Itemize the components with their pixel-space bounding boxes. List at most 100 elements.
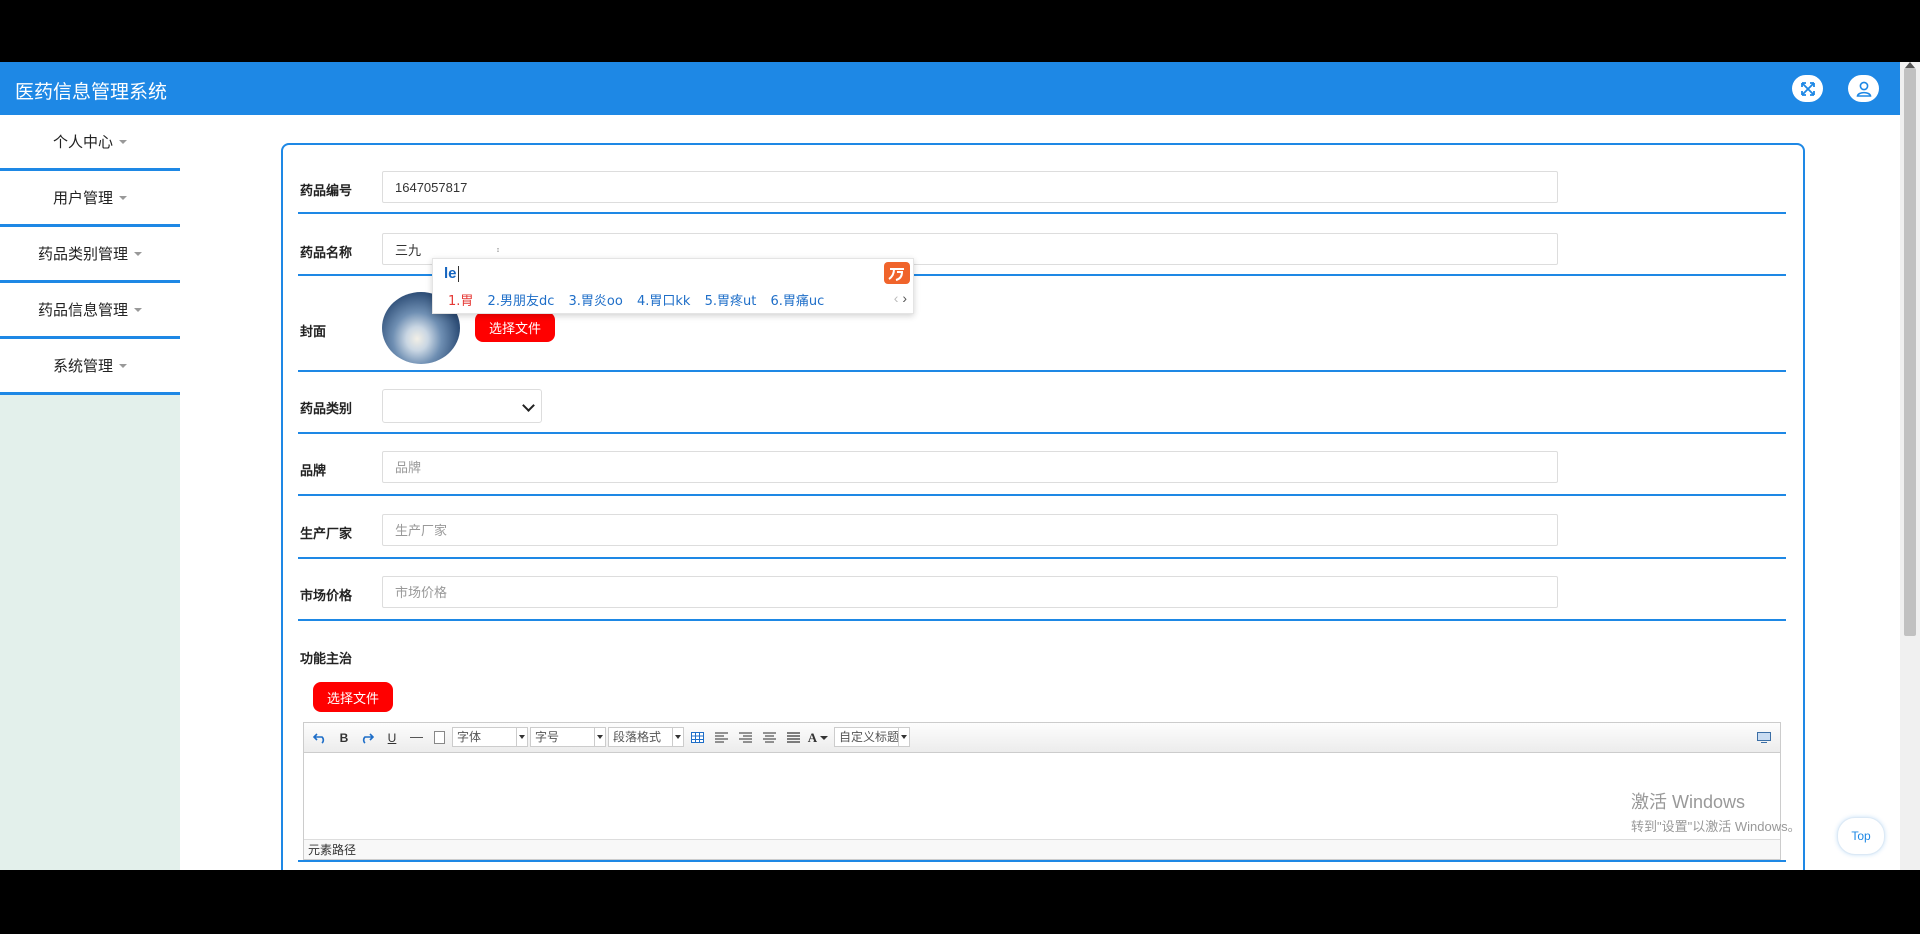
align-center-icon <box>762 732 776 743</box>
user-button[interactable] <box>1848 75 1879 102</box>
dropdown-arrow-icon <box>672 728 683 746</box>
monitor-icon <box>1757 732 1771 743</box>
ime-candidate[interactable]: 3.胃炎oo <box>569 294 623 309</box>
sidebar-item-drug-category[interactable]: 药品类别管理 <box>0 227 180 283</box>
fullscreen-button[interactable] <box>1792 75 1823 102</box>
brand-input[interactable] <box>382 451 1558 483</box>
form-row-category: 药品类别 <box>298 372 1786 434</box>
align-left-icon <box>714 732 728 743</box>
horizontal-rule-button[interactable] <box>408 728 424 747</box>
user-icon <box>1856 81 1871 97</box>
align-justify-icon <box>786 732 800 743</box>
dropdown-arrow-icon <box>516 728 527 746</box>
watermark-line2: 转到"设置"以激活 Windows。 <box>1631 819 1801 834</box>
underline-button[interactable]: U <box>384 728 400 747</box>
windows-activation-watermark: 激活 Windows 转到"设置"以激活 Windows。 <box>1631 788 1801 835</box>
source-view-button[interactable] <box>1756 728 1772 747</box>
redo-icon <box>362 732 374 744</box>
custom-title-label: 自定义标题 <box>839 730 900 744</box>
sidebar-item-label: 用户管理 <box>52 190 113 207</box>
function-choose-file-button[interactable]: 选择文件 <box>313 682 393 712</box>
ime-candidate[interactable]: 1.胃 <box>448 294 473 309</box>
sidebar-item-label: 个人中心 <box>52 134 113 151</box>
page-scrollbar[interactable] <box>1900 62 1920 870</box>
caret-down-icon <box>134 307 142 312</box>
bold-button[interactable]: B <box>336 728 352 747</box>
category-select[interactable] <box>382 389 542 423</box>
caret-down-icon <box>119 139 127 144</box>
paragraph-format-select[interactable]: 段落格式 <box>608 727 684 747</box>
function-label: 功能主治 <box>300 651 353 666</box>
ime-candidate-list: 1.胃 2.男朋友dc 3.胃炎oo 4.胃口kk 5.胃疼ut 6.胃痛uc <box>448 290 834 309</box>
undo-button[interactable] <box>312 728 328 747</box>
scroll-thumb[interactable] <box>1904 68 1916 636</box>
dropdown-arrow-icon <box>594 728 605 746</box>
font-size-select[interactable]: 字号 <box>530 727 606 747</box>
ime-composition: le <box>444 265 459 283</box>
undo-icon <box>313 732 325 744</box>
drug-form-panel: 药品编号 药品名称 封面 选择文件 药品类别 品牌 生产厂家 <box>281 143 1805 870</box>
category-label: 药品类别 <box>300 401 353 416</box>
rich-text-editor: B U 字体 字号 段落格式 A 自定义标题 元素路径 <box>303 722 1781 860</box>
ime-candidate-window: le 1.胃 2.男朋友dc 3.胃炎oo 4.胃口kk 5.胃疼ut 6.胃痛… <box>432 258 914 314</box>
editor-content-area[interactable] <box>304 753 1780 839</box>
price-label: 市场价格 <box>300 588 353 603</box>
ime-candidate[interactable]: 6.胃痛uc <box>770 294 824 309</box>
sidebar-item-system[interactable]: 系统管理 <box>0 339 180 395</box>
code-input[interactable] <box>382 171 1558 203</box>
font-color-button[interactable]: A <box>807 728 829 747</box>
chevron-right-icon[interactable]: › <box>902 290 907 306</box>
page-break-button[interactable] <box>431 728 447 747</box>
manufacturer-input[interactable] <box>382 514 1558 546</box>
font-family-select[interactable]: 字体 <box>452 727 528 747</box>
caret-down-icon <box>119 195 127 200</box>
ime-candidate[interactable]: 4.胃口kk <box>637 294 690 309</box>
align-justify-button[interactable] <box>785 728 801 747</box>
cover-choose-file-button[interactable]: 选择文件 <box>475 312 555 342</box>
font-color-label: A <box>807 729 818 745</box>
watermark-line1: 激活 Windows <box>1631 792 1746 812</box>
insert-table-button[interactable] <box>689 728 705 747</box>
price-input[interactable] <box>382 576 1558 608</box>
align-right-button[interactable] <box>737 728 753 747</box>
horizontal-rule-icon <box>409 737 423 738</box>
ime-page-nav[interactable]: ‹ › <box>894 290 907 306</box>
form-row-price: 市场价格 <box>298 559 1786 621</box>
sidebar-item-drug-info[interactable]: 药品信息管理 <box>0 283 180 339</box>
brand-label: 品牌 <box>300 463 327 478</box>
sidebar-item-personal-center[interactable]: 个人中心 <box>0 115 180 171</box>
ime-caret <box>457 266 459 283</box>
form-row-manufacturer: 生产厂家 <box>298 496 1786 559</box>
sidebar: 个人中心 用户管理 药品类别管理 药品信息管理 系统管理 <box>0 115 180 870</box>
align-left-button[interactable] <box>713 728 729 747</box>
browser-viewport: 医药信息管理系统 个人中心 用户管理 药品类别管理 药品信息管理 系统管理 药品… <box>0 62 1920 870</box>
sidebar-item-user-management[interactable]: 用户管理 <box>0 171 180 227</box>
align-right-icon <box>738 732 752 743</box>
text-cursor-icon <box>497 248 499 252</box>
sidebar-item-label: 药品信息管理 <box>37 302 128 319</box>
ime-input-text: le <box>444 265 457 282</box>
sidebar-item-label: 系统管理 <box>52 358 113 375</box>
ime-candidate[interactable]: 2.男朋友dc <box>488 294 555 309</box>
document-icon <box>433 731 445 744</box>
expand-icon <box>1800 81 1815 96</box>
top-bar: 医药信息管理系统 <box>0 62 1900 115</box>
ime-logo-icon <box>884 262 910 284</box>
align-center-button[interactable] <box>761 728 777 747</box>
form-row-code: 药品编号 <box>298 145 1786 214</box>
redo-button[interactable] <box>359 728 375 747</box>
manufacturer-label: 生产厂家 <box>300 526 353 541</box>
ime-candidate[interactable]: 5.胃疼ut <box>705 294 757 309</box>
caret-down-icon <box>119 363 127 368</box>
font-size-label: 字号 <box>535 730 560 744</box>
code-label: 药品编号 <box>300 183 353 198</box>
dropdown-arrow-icon <box>898 728 909 746</box>
name-label: 药品名称 <box>300 245 353 260</box>
sidebar-item-label: 药品类别管理 <box>37 246 128 263</box>
chevron-left-icon[interactable]: ‹ <box>894 290 899 306</box>
custom-title-select[interactable]: 自定义标题 <box>834 727 910 747</box>
back-to-top-button[interactable]: Top <box>1837 817 1885 855</box>
paragraph-format-label: 段落格式 <box>613 730 662 744</box>
caret-down-icon <box>134 251 142 256</box>
form-row-brand: 品牌 <box>298 434 1786 496</box>
